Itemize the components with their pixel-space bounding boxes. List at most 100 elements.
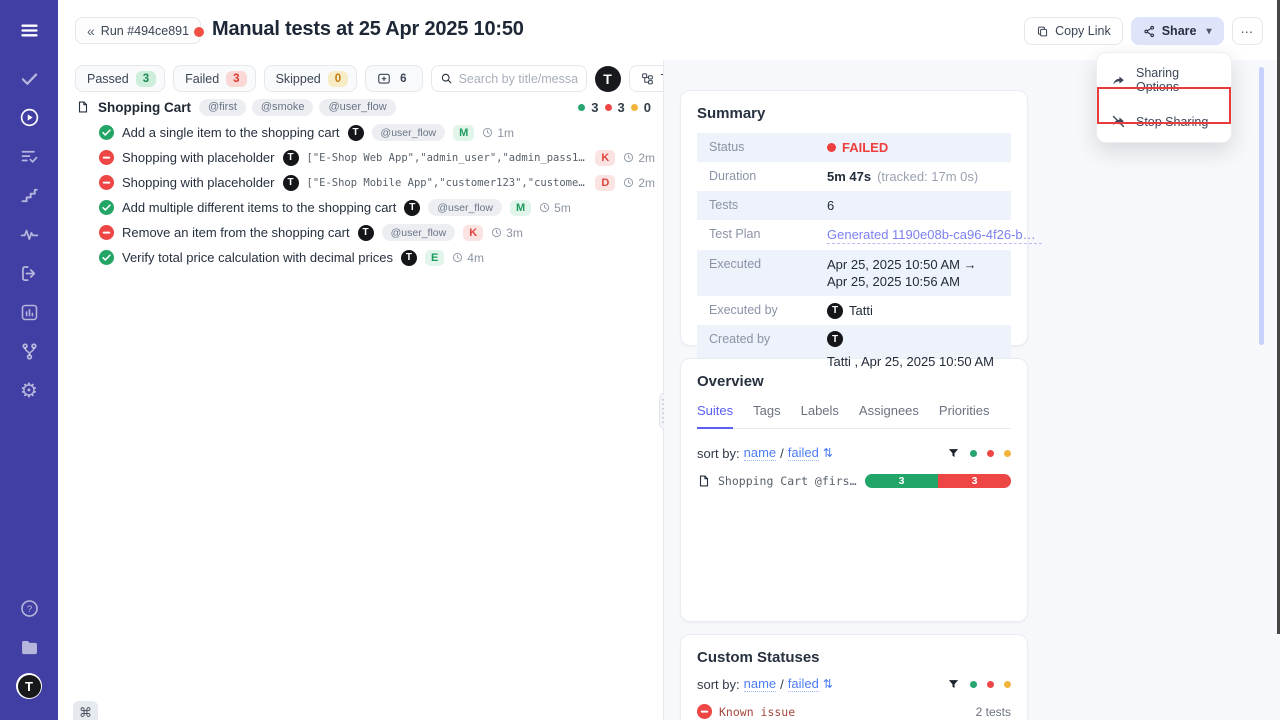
sidebar-item-help[interactable]: ? [12,591,46,625]
suite-tag[interactable]: @first [199,99,246,116]
test-title: Verify total price calculation with deci… [122,250,393,265]
test-plans-icon [19,146,40,167]
status-failed-value: FAILED [827,139,888,156]
executed-range: Apr 25, 2025 10:50 AM →Apr 25, 2025 10:5… [827,256,977,290]
header: « Run #494ce891 Manual tests at 25 Apr 2… [58,0,1280,60]
sort-by-name-link[interactable]: name [744,676,777,692]
clock-icon [482,127,493,138]
sort-by-failed-link[interactable]: failed [788,676,819,692]
svg-text:?: ? [26,604,31,615]
copy-link-button[interactable]: Copy Link [1024,17,1123,45]
test-title: Add multiple different items to the shop… [122,200,396,215]
sidebar-item-pulse[interactable] [12,217,46,251]
tab-tags[interactable]: Tags [753,403,780,429]
test-row[interactable]: Verify total price calculation with deci… [58,245,663,270]
test-tag[interactable]: @user_flow [372,124,446,141]
test-status-failed-icon [99,225,114,240]
legend-failed-dot-icon [987,681,994,688]
suite-row[interactable]: Shopping Cart @first@smoke@user_flow 3 3… [58,94,663,120]
menu-item-stop-sharing[interactable]: Stop Sharing [1097,104,1231,139]
sidebar-item-settings[interactable]: ⚙ [12,373,46,407]
sidebar-item-tests[interactable] [12,61,46,95]
legend-failed-dot-icon [987,450,994,457]
sidebar-item-steps[interactable] [12,178,46,212]
test-title: Shopping with placeholder [122,175,275,190]
tab-labels[interactable]: Labels [801,403,839,429]
menu-item-sharing-options[interactable]: Sharing Options [1097,56,1231,104]
keyboard-shortcut-badge[interactable]: ⌘ [73,701,98,720]
sort-direction-icon[interactable]: ⇅ [823,677,833,691]
sidebar-item-test-plans[interactable] [12,139,46,173]
test-tag[interactable]: @user_flow [428,199,502,216]
sidebar-item-menu[interactable] [12,13,46,47]
assignee-avatar: T [401,250,417,266]
sort-by-label: sort by: [697,446,740,461]
tab-suites[interactable]: Suites [697,403,733,429]
assignee-avatar: T [283,150,299,166]
funnel-filter-icon[interactable] [947,678,960,691]
sidebar-item-projects-folder[interactable] [12,630,46,664]
summary-row: Executed by TTatti [697,296,1011,325]
comments-filter-button[interactable]: 6 [365,65,422,92]
test-plan-link[interactable]: Generated 1190e08b-ca96-4f26-b10f-d6dc… [827,226,1042,244]
filter-failed-button[interactable]: Failed 3 [173,65,255,92]
test-row[interactable]: Shopping with placeholder T ["E-Shop Mob… [58,170,663,195]
overview-suite-label: Shopping Cart @first @smoke … [718,474,858,488]
test-duration: 4m [452,251,484,265]
menu-item-label: Stop Sharing [1136,115,1208,129]
sidebar-item-import[interactable] [12,256,46,290]
summary-row-label: Status [709,139,827,154]
sort-direction-icon[interactable]: ⇅ [823,446,833,460]
funnel-filter-icon[interactable] [947,447,960,460]
tab-assignees[interactable]: Assignees [859,403,919,429]
test-row[interactable]: Add a single item to the shopping cart T… [58,120,663,145]
page-title: Manual tests at 25 Apr 2025 10:50 [212,18,524,41]
branches-icon [19,341,40,362]
filter-skipped-button[interactable]: Skipped 0 [264,65,358,92]
custom-status-row[interactable]: Known issue 2 tests [697,704,1011,719]
sidebar-item-profile-logo[interactable]: T [12,669,46,703]
filter-passed-button[interactable]: Passed 3 [75,65,165,92]
test-duration: 3m [491,226,523,240]
share-button[interactable]: Share ▾ [1131,17,1224,45]
back-button-label: Run #494ce891 [101,24,189,38]
sidebar-item-analytics[interactable] [12,295,46,329]
test-row[interactable]: Shopping with placeholder T ["E-Shop Web… [58,145,663,170]
test-row[interactable]: Add multiple different items to the shop… [58,195,663,220]
test-row[interactable]: Remove an item from the shopping cart T … [58,220,663,245]
app-logo-icon: T [16,673,42,699]
test-example-data: ["E-Shop Mobile App","customer123","cust… [307,177,588,189]
sort-by-failed-link[interactable]: failed [788,445,819,461]
sidebar: ⚙? T [0,0,58,720]
test-title: Remove an item from the shopping cart [122,225,350,240]
suite-tag[interactable]: @user_flow [319,99,395,116]
tests-icon [19,68,40,89]
comments-count: 6 [398,71,413,87]
failed-label: Failed [185,72,219,86]
user-avatar: T [827,303,843,319]
search-input[interactable] [459,72,578,86]
failed-dot-icon [827,143,836,152]
clock-icon [623,152,634,163]
tab-priorities[interactable]: Priorities [939,403,990,429]
suite-tag[interactable]: @smoke [252,99,314,116]
sort-by-name-link[interactable]: name [744,445,777,461]
overview-legend [947,447,1011,460]
custom-status-badge: D [595,175,615,191]
runs-icon [19,107,40,128]
sidebar-item-branches[interactable] [12,334,46,368]
test-duration: 5m [539,201,571,215]
share-icon [1143,25,1156,38]
user-name-value: Tatti , Apr 25, 2025 10:50 AM [827,353,994,370]
test-tag[interactable]: @user_flow [382,224,456,241]
sidebar-item-runs[interactable] [12,100,46,134]
more-actions-button[interactable]: ⋯ [1232,17,1264,45]
header-actions: Copy Link Share ▾ ⋯ [1024,17,1263,45]
overview-suite-row[interactable]: Shopping Cart @first @smoke … 33 [697,474,1011,488]
assignee-avatar: T [348,125,364,141]
scrollbar-thumb[interactable] [1259,67,1264,345]
legend-skipped-dot-icon [1004,681,1011,688]
user-avatar[interactable]: T [595,66,621,92]
back-to-run-button[interactable]: « Run #494ce891 [75,17,201,44]
run-details-panel: Summary Status FAILED Duration 5m 47s (t… [664,60,1280,720]
